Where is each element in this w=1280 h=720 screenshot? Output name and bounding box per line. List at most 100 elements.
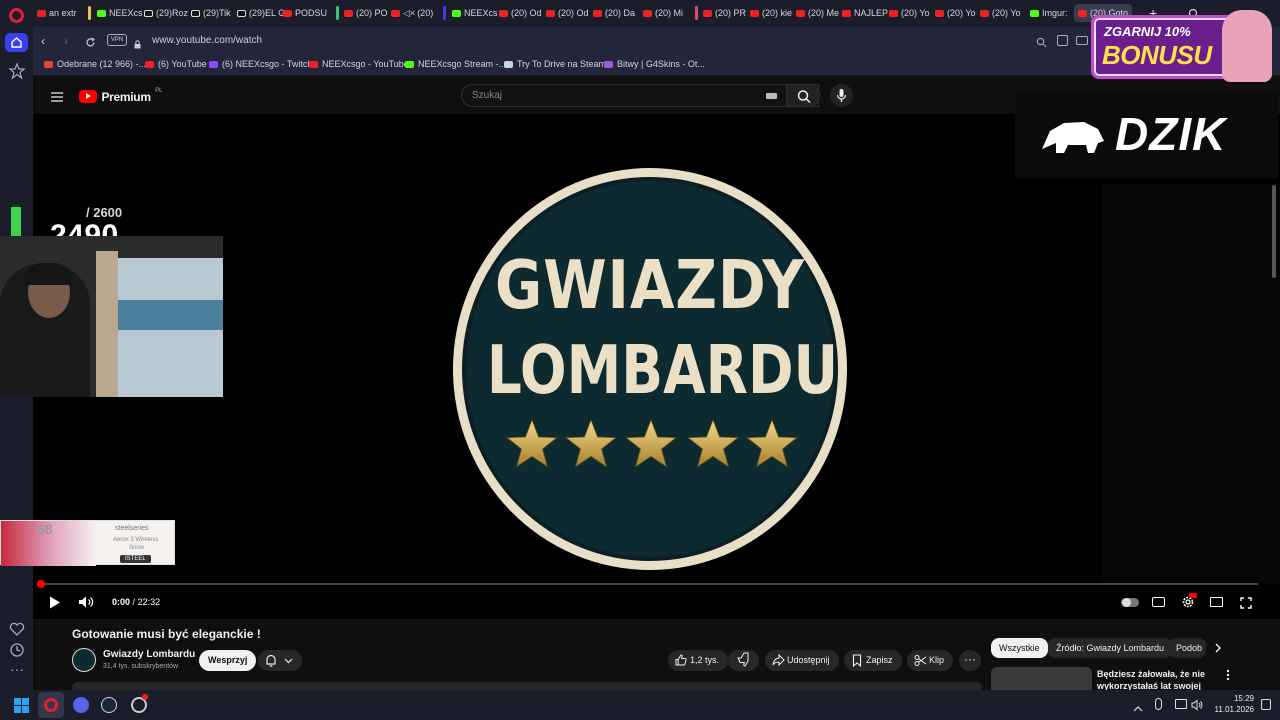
notification-icon[interactable] — [1261, 699, 1271, 710]
bookmark-kick[interactable]: NEEXcsgo Stream -... — [405, 59, 506, 69]
settings-icon[interactable] — [1181, 593, 1197, 609]
youtube-logo[interactable]: Premium PL — [79, 88, 163, 104]
tab[interactable]: an extr — [37, 4, 77, 22]
channel-avatar[interactable] — [72, 648, 96, 672]
discord-icon[interactable] — [73, 697, 89, 713]
kick-icon — [405, 61, 414, 69]
share-button[interactable]: Udostępnij — [765, 650, 839, 671]
tab[interactable]: Imgur: — [1030, 4, 1068, 22]
volume-icon — [79, 596, 94, 608]
tab[interactable]: (20) kie — [750, 4, 792, 22]
dislike-button[interactable] — [728, 650, 759, 671]
tab[interactable]: (20) PO — [344, 4, 388, 22]
microphone-tray-icon[interactable] — [1155, 698, 1162, 710]
heart-icon[interactable] — [8, 620, 26, 638]
recommended-title-line2[interactable]: wykorzystałaś lat swojej — [1097, 681, 1201, 690]
channel-name[interactable]: Gwiazdy Lombardu — [103, 649, 195, 660]
tab[interactable]: (20) PR — [703, 4, 746, 22]
clock[interactable]: 15:29 11.01.2026 — [1206, 693, 1254, 715]
bookmark-gmail[interactable]: Odebrane (12 966) -... — [44, 59, 146, 69]
clock-date: 11.01.2026 — [1214, 705, 1254, 714]
sponsor-logo-text: DZIK — [1115, 108, 1227, 160]
pinboard-icon[interactable] — [8, 62, 26, 80]
obs-icon[interactable] — [131, 694, 148, 713]
clip-button[interactable]: Klip — [907, 650, 954, 671]
tab[interactable]: (20) Yo — [889, 4, 930, 22]
bookmark-steam[interactable]: Try To Drive na Steam — [504, 59, 606, 69]
bookmark-youtube[interactable]: (6) YouTube — [145, 59, 207, 69]
keyboard-icon[interactable] — [766, 93, 777, 99]
support-button[interactable]: Wesprzyj — [199, 650, 257, 671]
page-scrollbar[interactable] — [1272, 185, 1276, 278]
search-page-icon[interactable] — [1036, 35, 1047, 48]
edit-icon[interactable] — [1057, 35, 1068, 46]
opera-icon — [44, 698, 58, 712]
more-icon[interactable]: ··· — [8, 662, 26, 676]
bookmark-twitch[interactable]: (6) NEEXcsgo - Twitch — [209, 59, 312, 69]
tab[interactable]: (20) Da — [593, 4, 635, 22]
video-thumbnail-emblem: GWIAZDY LOMBARDU — [451, 166, 849, 572]
camera-icon[interactable] — [1076, 36, 1088, 45]
tab[interactable]: PODSU — [283, 4, 327, 22]
tab[interactable]: (20) Yo — [935, 4, 976, 22]
chip-all[interactable]: Wszystkie — [991, 638, 1048, 658]
chip-similar[interactable]: Podob — [1168, 638, 1206, 658]
forward-icon[interactable]: › — [64, 34, 68, 48]
tab[interactable]: NAJLEP — [842, 4, 888, 22]
play-button[interactable] — [49, 596, 61, 609]
recommended-more-icon[interactable] — [1225, 668, 1231, 682]
home-icon[interactable] — [5, 33, 28, 52]
tab[interactable]: (29)Tik — [191, 4, 231, 22]
notifications-button[interactable] — [258, 650, 302, 671]
tab[interactable]: NEEXcs — [452, 4, 498, 22]
video-progress-bar[interactable] — [37, 580, 1258, 588]
bookmark-neexcsgo-youtube[interactable]: NEEXcsgo - YouTube — [309, 59, 409, 69]
bookmark-icon — [852, 654, 862, 667]
vpn-badge[interactable]: VPN — [107, 34, 127, 46]
time-display: 0:00 / 22:32 — [112, 597, 161, 607]
webcam-sea — [117, 300, 223, 330]
tab[interactable]: (29)EL G — [237, 4, 285, 22]
bookmark-g4skins[interactable]: Bitwy | G4Skins - Ot... — [604, 59, 705, 69]
history-icon[interactable] — [8, 641, 26, 659]
tab[interactable]: (20) Mi — [643, 4, 683, 22]
network-icon[interactable] — [1175, 699, 1187, 709]
recommended-thumbnail[interactable] — [991, 667, 1092, 690]
tab[interactable]: (20) Me — [796, 4, 839, 22]
steam-icon[interactable] — [101, 697, 117, 713]
recommended-title-line1[interactable]: Będziesz żałowała, że nie — [1097, 669, 1205, 679]
lock-icon — [134, 36, 141, 49]
tiktok-icon — [191, 10, 200, 18]
tab[interactable]: (20) Od — [546, 4, 589, 22]
subtitles-icon[interactable] — [1152, 597, 1165, 607]
tab[interactable]: (20) Yo — [980, 4, 1021, 22]
chips-next-icon[interactable] — [1213, 641, 1223, 655]
tab[interactable]: (20) Od — [499, 4, 542, 22]
windows-start-icon[interactable] — [14, 698, 29, 713]
chip-source[interactable]: Źródło: Gwiazdy Lombardu — [1048, 638, 1173, 658]
fullscreen-icon[interactable] — [1240, 596, 1252, 609]
progress-scrubber[interactable] — [37, 580, 45, 588]
opera-logo-icon[interactable] — [9, 8, 24, 23]
clock-time: 15:29 — [1233, 694, 1254, 703]
save-button[interactable]: Zapisz — [844, 650, 902, 671]
url-field[interactable]: www.youtube.com/watch — [152, 31, 752, 50]
tab[interactable]: NEEXcs — [97, 4, 143, 22]
miniplayer-icon[interactable] — [1210, 597, 1223, 607]
more-actions-button[interactable]: ··· — [959, 650, 981, 671]
tab[interactable]: ◁× (20) — [391, 4, 433, 22]
search-button[interactable] — [786, 84, 820, 107]
voice-search-button[interactable] — [830, 84, 853, 107]
like-button[interactable]: 1,2 tys. — [668, 650, 729, 671]
youtube-icon — [796, 10, 805, 18]
taskbar-opera[interactable] — [38, 692, 64, 718]
volume-button[interactable] — [78, 595, 94, 609]
tab[interactable]: (29)Roz — [144, 4, 188, 22]
speaker-icon[interactable] — [1191, 698, 1203, 711]
autoplay-toggle[interactable] — [1121, 598, 1139, 607]
back-icon[interactable]: ‹ — [41, 34, 45, 48]
tray-chevron-icon[interactable] — [1133, 700, 1143, 712]
youtube-icon — [37, 10, 46, 18]
menu-icon[interactable] — [51, 89, 63, 102]
reload-icon[interactable] — [85, 35, 96, 47]
